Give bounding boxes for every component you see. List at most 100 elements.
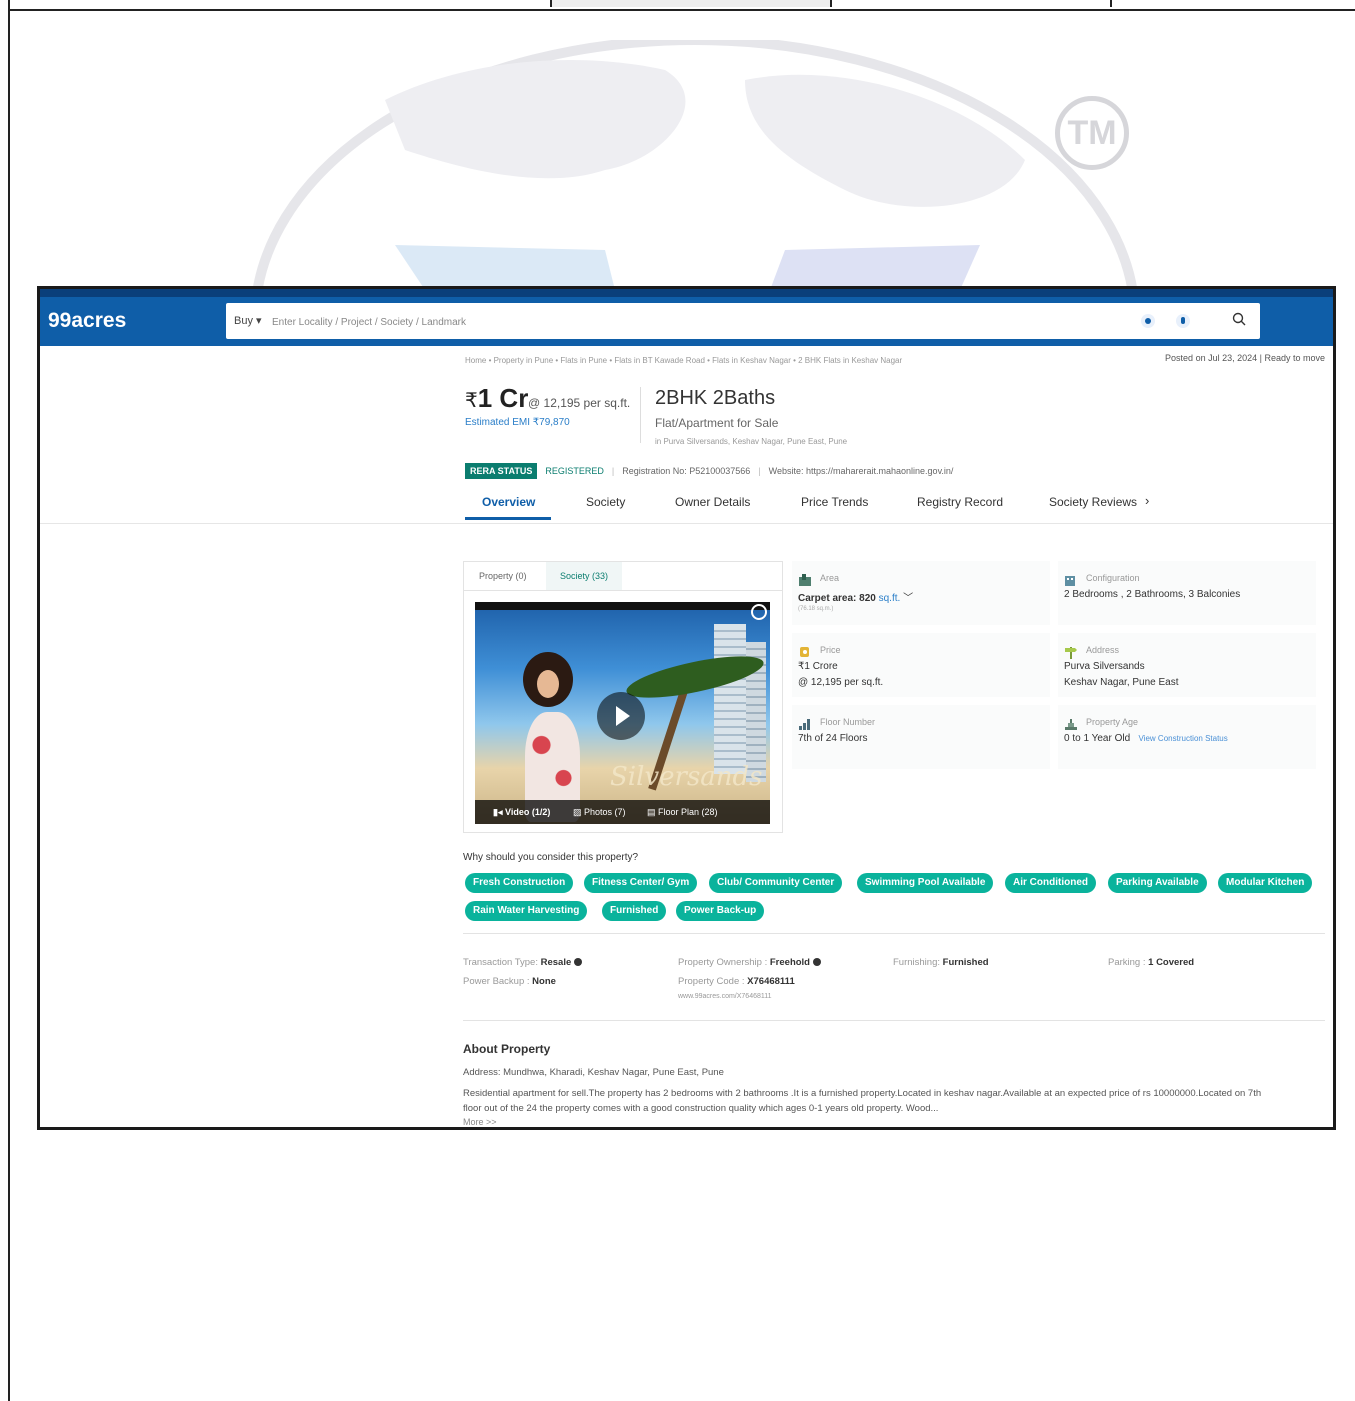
location-icon[interactable] [1141,314,1155,328]
chevron-right-icon[interactable]: › [1145,493,1149,508]
media-tab-society[interactable]: Society (33) [546,562,623,590]
divider [640,387,641,443]
address-label: Address [1086,645,1120,655]
floor-cell: Floor Number 7th of 24 Floors [792,705,1050,769]
property-age-cell: Property Age 0 to 1 Year Old View Constr… [1058,705,1316,769]
media-tabs: Property (0) Society (33) [464,562,782,591]
posted-date: Posted on Jul 23, 2024 | Ready to move [1165,353,1325,363]
rera-row: RERA STATUS REGISTERED | Registration No… [465,463,953,479]
feature-chip[interactable]: Power Back-up [676,901,765,921]
price-detail-value: ₹1 Crore [798,661,838,672]
more-link[interactable]: More >> [463,1117,497,1127]
about-description: Residential apartment for sell.The prope… [463,1088,1262,1114]
area-icon [799,574,811,586]
floorplan-count[interactable]: ▤ Floor Plan (28) [647,807,718,818]
stairs-icon [1065,719,1077,730]
feature-chip[interactable]: Parking Available [1108,873,1207,893]
property-code: Property Code : X76468111 [678,976,795,987]
property-code-url: www.99acres.com/X76468111 [678,993,772,1000]
brand-text: Silversands [610,762,763,792]
construction-status-link[interactable]: View Construction Status [1139,734,1228,743]
globe-watermark [245,40,1145,290]
search-input[interactable] [270,310,1074,334]
furnishing: Furnishing: Furnished [893,957,989,968]
feature-chip[interactable]: Fitness Center/ Gym [584,873,698,893]
area-cell: Area Carpet area: 820 sq.ft. ﹀ (76.18 sq… [792,561,1050,625]
area-label: Area [820,573,840,583]
signpost-icon [1065,647,1077,659]
zoom-icon[interactable] [751,604,767,620]
property-age-label: Property Age [1086,717,1139,727]
section-divider [463,933,1325,934]
price-tag-icon [800,647,809,657]
search-icon[interactable] [1232,312,1246,326]
address-line2: Keshav Nagar, Pune East [1064,677,1179,688]
address-cell: Address Purva Silversands Keshav Nagar, … [1058,633,1316,697]
media-tab-property[interactable]: Property (0) [479,562,527,590]
info-icon[interactable] [574,958,583,967]
play-icon[interactable] [597,692,645,740]
breadcrumb[interactable]: Home • Property in Pune • Flats in Pune … [465,356,902,365]
rera-registered: REGISTERED [545,466,604,476]
listing-location: in Purva Silversands, Keshav Nagar, Pune… [655,437,848,446]
parking: Parking : 1 Covered [1108,957,1195,968]
video-count[interactable]: ▮◂ Video (1/2) [493,807,550,818]
floor-icon [799,719,810,730]
floor-value: 7th of 24 Floors [798,733,868,744]
tm-watermark: TM [1055,96,1129,170]
header-divider [40,523,1333,524]
property-ownership: Property Ownership : Freehold [678,957,821,968]
media-gallery: Property (0) Society (33) Silversands ▮◂… [463,561,783,833]
power-backup: Power Backup : None [463,976,556,987]
buy-dropdown[interactable]: Buy ▾ [234,314,262,327]
feature-chip[interactable]: Modular Kitchen [1218,873,1313,893]
configuration-value: 2 Bedrooms , 2 Bathrooms, 3 Balconies [1064,589,1241,600]
active-tab-indicator [465,517,551,520]
property-video-thumbnail[interactable]: Silversands ▮◂ Video (1/2) ▨ Photos (7) … [475,602,770,824]
why-consider-title: Why should you consider this property? [463,852,639,863]
section-divider [463,1020,1325,1021]
site-header: 99acres Buy ▾ [40,289,1333,346]
model-photo [515,652,595,822]
registration-number: Registration No: P52100037566 [622,466,751,476]
tab-society[interactable]: Society [586,495,625,509]
top-table-cells [8,0,1355,11]
feature-chip[interactable]: Fresh Construction [465,873,574,893]
feature-chip[interactable]: Furnished [602,901,667,921]
address-line1: Purva Silversands [1064,661,1145,672]
about-property-title: About Property [463,1042,551,1056]
area-value: Carpet area: 820 sq.ft. ﹀ [798,593,914,604]
area-sub: (76.18 sq.m.) [798,606,834,612]
about-address: Address: Mundhwa, Kharadi, Keshav Nagar,… [463,1067,724,1078]
embedded-screenshot: 99acres Buy ▾ Home • Property in Pune • … [37,286,1336,1130]
search-bar: Buy ▾ [226,303,1260,339]
info-icon[interactable] [813,958,821,967]
price-label: Price [820,645,841,655]
property-details-grid: Area Carpet area: 820 sq.ft. ﹀ (76.18 sq… [792,561,1322,769]
rera-website[interactable]: Website: https://maharerait.mahaonline.g… [769,466,954,476]
configuration-label: Configuration [1086,573,1140,583]
configuration-cell: Configuration 2 Bedrooms , 2 Bathrooms, … [1058,561,1316,625]
feature-chip[interactable]: Air Conditioned [1005,873,1096,893]
media-bar: ▮◂ Video (1/2) ▨ Photos (7) ▤ Floor Plan… [475,800,770,824]
rera-status-badge[interactable]: RERA STATUS [465,463,538,479]
feature-chip[interactable]: Swimming Pool Available [857,873,994,893]
microphone-icon[interactable] [1176,314,1190,328]
area-unit-dropdown[interactable]: sq.ft. [879,593,901,604]
tab-owner-details[interactable]: Owner Details [675,495,750,509]
tab-registry-record[interactable]: Registry Record [917,495,1003,509]
photos-count[interactable]: ▨ Photos (7) [573,807,626,818]
price-rate: @ 12,195 per sq.ft. [528,396,631,410]
transaction-type: Transaction Type: Resale [463,957,583,968]
tab-overview[interactable]: Overview [482,495,535,509]
tab-society-reviews[interactable]: Society Reviews [1049,495,1137,509]
floor-label: Floor Number [820,717,876,727]
property-age-value: 0 to 1 Year Old View Construction Status [1064,733,1228,744]
tab-price-trends[interactable]: Price Trends [801,495,868,509]
listing-price: ₹1 Cr [465,383,528,414]
emi-link[interactable]: Estimated EMI ₹79,870 [465,417,570,428]
feature-chip[interactable]: Rain Water Harvesting [465,901,588,921]
feature-chip[interactable]: Club/ Community Center [709,873,843,893]
price-value: 1 Cr [477,383,529,413]
site-logo[interactable]: 99acres [48,309,126,333]
